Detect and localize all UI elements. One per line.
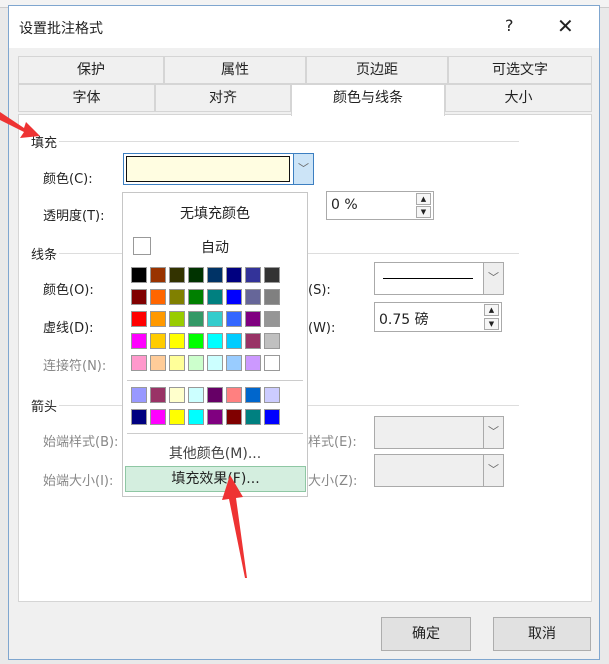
annotation-arrows <box>0 112 247 578</box>
red-arrow-icon <box>0 112 40 138</box>
red-arrow-icon <box>222 475 247 578</box>
